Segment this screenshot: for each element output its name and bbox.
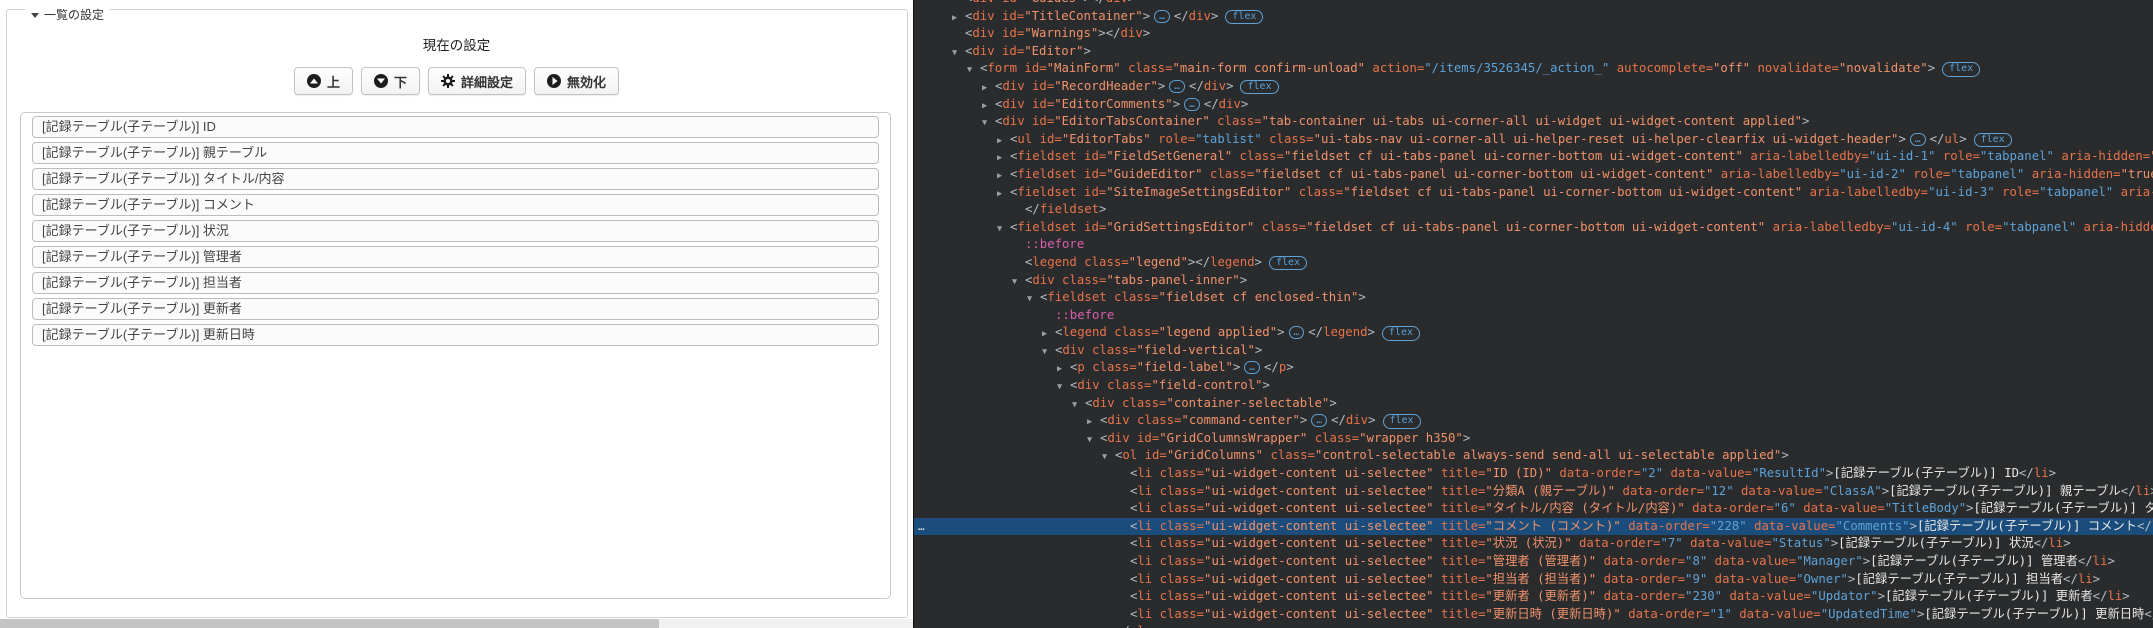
grid-column-item[interactable]: [記録テーブル(子テーブル)] 更新日時 — [32, 324, 879, 346]
devtools-node-line[interactable]: ▶ <div id="RecordHeader">… </div> flex — [914, 78, 2153, 96]
devtools-node-line[interactable]: ▼ <div id="GridColumnsWrapper" class="wra… — [914, 430, 2153, 448]
flex-badge[interactable]: flex — [1225, 9, 1264, 25]
devtools-node-line[interactable]: ▶ <fieldset id="FieldSetGeneral" class="f… — [914, 148, 2153, 166]
devtools-node-line[interactable]: ▶ <p class="field-label">… </p> — [914, 359, 2153, 377]
flex-badge[interactable]: flex — [1382, 414, 1421, 429]
devtools-selected-node-line[interactable]: <li class="ui-widget-content ui-selectee… — [914, 517, 2153, 536]
devtools-node-line[interactable]: <legend class="legend"></legend> flex — [914, 254, 2153, 272]
move-up-button-label: 上 — [326, 74, 340, 90]
page-horizontal-scrollbar[interactable] — [0, 619, 913, 628]
devtools-node-line[interactable]: ▶ <div id="EditorComments">… </div> — [914, 96, 2153, 114]
disable-button[interactable]: 無効化 — [534, 67, 620, 95]
grid-column-item[interactable]: [記録テーブル(子テーブル)] 状況 — [32, 220, 879, 242]
devtools-node-line[interactable]: <li class="ui-widget-content ui-selectee… — [914, 465, 2153, 483]
devtools-node-line[interactable]: ▼ <form id="MainForm" class="main-form co… — [914, 60, 2153, 78]
collapsed-content-ellipsis[interactable]: … — [1288, 326, 1305, 340]
circle-down-icon — [373, 74, 388, 88]
devtools-code: <div id="Guides"></div>▶<div id="TitleCo… — [914, 0, 2153, 628]
list-settings-legend-label: 一覧の設定 — [44, 8, 105, 22]
devtools-node-line[interactable]: </ol> — [914, 623, 2153, 628]
grid-column-item[interactable]: [記録テーブル(子テーブル)] コメント — [32, 194, 879, 216]
collapsed-content-ellipsis[interactable]: … — [1244, 361, 1261, 375]
devtools-node-line[interactable]: <li class="ui-widget-content ui-selectee… — [914, 606, 2153, 624]
devtools-node-line[interactable]: <li class="ui-widget-content ui-selectee… — [914, 535, 2153, 553]
devtools-node-line[interactable]: <div id="Warnings"></div> — [914, 25, 2153, 43]
devtools-node-line[interactable]: ▶ <legend class="legend applied">… </legen… — [914, 324, 2153, 342]
advanced-settings-button[interactable]: 詳細設定 — [428, 67, 527, 95]
devtools-node-line[interactable]: ▼ <fieldset class="fieldset cf enclosed-t… — [914, 289, 2153, 307]
flex-badge[interactable]: flex — [1942, 62, 1981, 77]
devtools-node-line[interactable]: ▼ <div class="field-vertical"> — [914, 342, 2153, 360]
current-settings-heading: 現在の設定 — [422, 38, 491, 53]
collapse-triangle-icon — [31, 13, 39, 18]
flex-badge[interactable]: flex — [1268, 255, 1308, 271]
devtools-node-line[interactable]: <li class="ui-widget-content ui-selectee… — [914, 588, 2153, 606]
grid-columns-container: [記録テーブル(子テーブル)] ID [記録テーブル(子テーブル)] 親テーブル [… — [20, 112, 891, 599]
move-up-button[interactable]: 上 — [293, 67, 353, 95]
devtools-node-line[interactable]: ::before — [914, 236, 2153, 254]
advanced-settings-button-label: 詳細設定 — [461, 74, 514, 90]
collapsed-content-ellipsis[interactable]: … — [1909, 132, 1926, 146]
devtools-node-line[interactable]: </fieldset> — [914, 201, 2153, 219]
move-down-button-label: 下 — [393, 74, 407, 90]
move-down-button[interactable]: 下 — [360, 67, 420, 95]
devtools-node-line[interactable]: ▼ <div id="EditorTabsContainer" class="ta… — [914, 113, 2153, 131]
devtools-node-line[interactable]: ▼ <div class="field-control"> — [914, 377, 2153, 395]
disable-button-label: 無効化 — [567, 74, 607, 90]
devtools-node-line[interactable]: ▶ <fieldset id="GuideEditor" class="field… — [914, 166, 2153, 184]
node-options-dots-icon[interactable]: … — [918, 518, 925, 536]
devtools-node-line[interactable]: ::before — [914, 307, 2153, 325]
grid-column-item[interactable]: [記録テーブル(子テーブル)] 管理者 — [32, 246, 879, 268]
devtools-node-line[interactable]: ▼ <ol id="GridColumns" class="control-sel… — [914, 447, 2153, 465]
grid-column-item[interactable]: [記録テーブル(子テーブル)] ID — [32, 116, 879, 138]
devtools-node-line[interactable]: ▼ <fieldset id="GridSettingsEditor" class… — [914, 219, 2153, 237]
circle-right-icon — [547, 74, 562, 88]
devtools-node-line[interactable]: ▶ <div id="TitleContainer">… </div> flex — [914, 8, 2153, 26]
devtools-elements-panel: <div id="Guides"></div>▶<div id="TitleCo… — [913, 0, 2153, 628]
screenshot-stage: 一覧の設定 現在の設定 上 下 詳細設定 無効化 [記録テーブル(子テーブル)]… — [0, 0, 2153, 628]
collapsed-content-ellipsis[interactable]: … — [1184, 97, 1200, 111]
grid-column-item[interactable]: [記録テーブル(子テーブル)] タイトル/内容 — [32, 168, 879, 190]
devtools-node-line[interactable]: <li class="ui-widget-content ui-selectee… — [914, 553, 2153, 571]
devtools-node-line[interactable]: ▼ <div class="container-selectable"> — [914, 395, 2153, 413]
gear-icon — [441, 74, 455, 88]
scrollbar-thumb[interactable] — [0, 619, 659, 628]
collapsed-content-ellipsis[interactable]: … — [1154, 9, 1170, 23]
grid-columns-list: [記録テーブル(子テーブル)] ID [記録テーブル(子テーブル)] 親テーブル [… — [21, 116, 890, 346]
devtools-node-line[interactable]: <li class="ui-widget-content ui-selectee… — [914, 571, 2153, 589]
devtools-node-line[interactable]: ▶ <div class="command-center">… </div> flex — [914, 412, 2153, 430]
settings-page: 一覧の設定 現在の設定 上 下 詳細設定 無効化 [記録テーブル(子テーブル)]… — [0, 0, 913, 628]
devtools-node-line[interactable]: ▶ <ul id="EditorTabs" role="tablist" clas… — [914, 131, 2153, 149]
devtools-node-line[interactable]: ▶ <fieldset id="SiteImageSettingsEditor" … — [914, 184, 2153, 202]
devtools-node-line[interactable]: <li class="ui-widget-content ui-selectee… — [914, 500, 2153, 518]
flex-badge[interactable]: flex — [1973, 132, 2012, 148]
grid-toolbar: 上 下 詳細設定 無効化 — [0, 67, 913, 95]
circle-up-icon — [306, 74, 321, 88]
devtools-node-line[interactable]: <div id="Guides"></div> — [914, 0, 2153, 8]
collapsed-content-ellipsis[interactable]: … — [1169, 79, 1186, 93]
devtools-node-line[interactable]: <li class="ui-widget-content ui-selectee… — [914, 483, 2153, 501]
flex-badge[interactable]: flex — [1240, 79, 1279, 95]
collapsed-content-ellipsis[interactable]: … — [1311, 414, 1328, 428]
devtools-node-line[interactable]: ▼ <div class="tabs-panel-inner"> — [914, 272, 2153, 290]
flex-badge[interactable]: flex — [1381, 326, 1420, 341]
grid-column-item[interactable]: [記録テーブル(子テーブル)] 更新者 — [32, 298, 879, 320]
grid-column-item[interactable]: [記録テーブル(子テーブル)] 担当者 — [32, 272, 879, 294]
devtools-node-line[interactable]: ▼ <div id="Editor"> — [914, 43, 2153, 61]
grid-column-item[interactable]: [記録テーブル(子テーブル)] 親テーブル — [32, 142, 879, 164]
list-settings-legend[interactable]: 一覧の設定 — [25, 6, 111, 23]
